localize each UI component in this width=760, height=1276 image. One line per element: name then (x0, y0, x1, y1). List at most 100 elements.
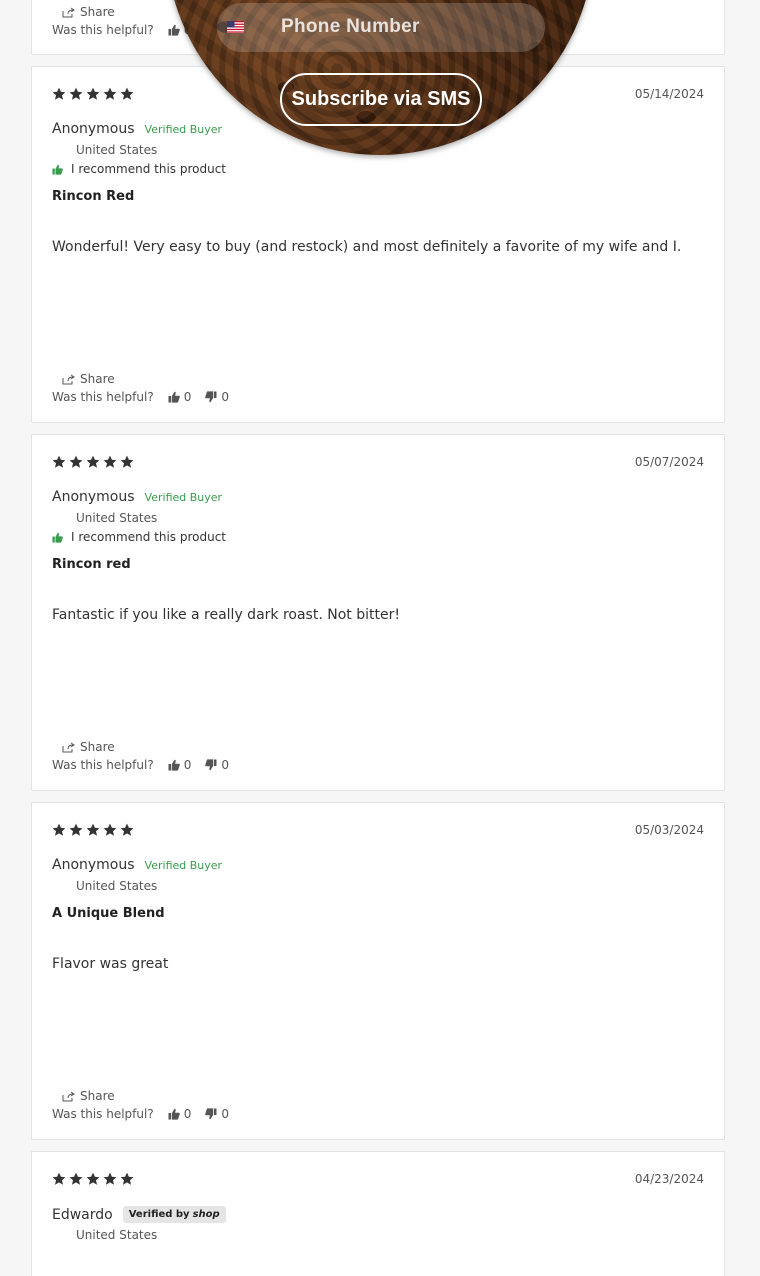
star-icon (69, 87, 83, 100)
subscribe-sms-button[interactable]: Subscribe via SMS (280, 73, 482, 126)
location-label: United States (76, 1228, 158, 1242)
star-icon (52, 823, 66, 836)
star-icon (120, 455, 134, 468)
share-icon (62, 374, 75, 384)
author-name: Anonymous (52, 857, 135, 873)
upvote-count: 0 (183, 758, 192, 772)
upvote-count: 0 (183, 390, 192, 404)
star-icon (52, 455, 66, 468)
downvote-button[interactable]: 0 (205, 390, 229, 404)
downvote-count: 0 (221, 1107, 229, 1121)
phone-number-input[interactable]: Phone Number (217, 3, 545, 52)
star-icon (69, 1172, 83, 1185)
recommend-row: I recommend this product (52, 162, 226, 176)
helpful-label: Was this helpful? (52, 1107, 154, 1121)
shop-brand: shop (192, 1209, 220, 1220)
location: United States (52, 143, 157, 157)
helpful-label: Was this helpful? (52, 758, 154, 772)
star-icon (69, 455, 83, 468)
downvote-count: 0 (221, 758, 229, 772)
location-label: United States (76, 879, 158, 893)
location: United States (52, 879, 157, 893)
share-label: Share (80, 372, 115, 386)
helpful-row: Was this helpful? 0 0 (52, 1107, 229, 1121)
helpful-row: Was this helpful? 0 0 (52, 390, 229, 404)
upvote-button[interactable]: 0 (168, 390, 192, 404)
share-button[interactable]: Share (62, 1089, 115, 1103)
location-label: United States (76, 511, 158, 525)
review-body: Flavor was great (52, 956, 169, 972)
phone-placeholder: Phone Number (281, 16, 420, 37)
review-title: Rincon red (52, 557, 131, 572)
star-icon (86, 87, 100, 100)
star-icon (52, 1172, 66, 1185)
thumbs-down-icon (205, 391, 217, 403)
upvote-count: 0 (183, 1107, 192, 1121)
star-rating (52, 455, 134, 469)
star-icon (86, 1172, 100, 1185)
helpful-label: Was this helpful? (52, 390, 154, 404)
location: United States (52, 511, 157, 525)
share-button[interactable]: Share (62, 740, 115, 754)
star-icon (103, 823, 117, 836)
review-title: Rincon Red (52, 189, 135, 204)
review-body: Fantastic if you like a really dark roas… (52, 607, 400, 623)
review-card: 05/07/2024 Anonymous Verified Buyer Unit… (31, 434, 725, 791)
verified-badge: Verified Buyer (144, 491, 223, 504)
review-date: 05/07/2024 (634, 455, 704, 469)
author-row: Edwardo Verified by shop (52, 1206, 226, 1223)
recommend-label: I recommend this product (71, 530, 227, 544)
review-date: 04/23/2024 (634, 1172, 704, 1186)
us-flag-icon[interactable] (227, 21, 244, 33)
share-icon (62, 1091, 75, 1101)
star-icon (120, 87, 134, 100)
thumbs-up-icon (168, 759, 180, 771)
downvote-button[interactable]: 0 (205, 758, 229, 772)
star-icon (120, 823, 134, 836)
star-icon (69, 823, 83, 836)
author-row: Anonymous Verified Buyer (52, 857, 222, 873)
star-rating (52, 1172, 134, 1186)
thumbs-down-icon (205, 759, 217, 771)
author-name: Anonymous (52, 489, 135, 505)
star-icon (103, 87, 117, 100)
us-flag-icon (52, 880, 70, 892)
verified-by-shop-badge: Verified by shop (122, 1206, 226, 1223)
recommend-row: I recommend this product (52, 530, 226, 544)
review-body: Wonderful! Very easy to buy (and restock… (52, 239, 682, 255)
verified-badge: Verified Buyer (144, 859, 223, 872)
review-title: A Unique Blend (52, 906, 165, 921)
author-row: Anonymous Verified Buyer (52, 489, 222, 505)
downvote-count: 0 (221, 390, 229, 404)
thumbs-down-icon (205, 1108, 217, 1120)
star-icon (103, 455, 117, 468)
thumbs-up-icon (52, 164, 63, 175)
author-name: Edwardo (52, 1206, 113, 1223)
star-icon (86, 823, 100, 836)
share-icon (62, 7, 75, 17)
share-button[interactable]: Share (62, 5, 115, 19)
upvote-button[interactable]: 0 (168, 1107, 192, 1121)
review-card: 05/03/2024 Anonymous Verified Buyer Unit… (31, 802, 725, 1140)
helpful-row: Was this helpful? 0 0 (52, 758, 229, 772)
review-card: 04/23/2024 Edwardo Verified by shop Unit… (31, 1151, 725, 1276)
author-name: Anonymous (52, 121, 135, 137)
badge-prefix: Verified by (128, 1209, 190, 1220)
share-button[interactable]: Share (62, 372, 115, 386)
location-label: United States (76, 143, 158, 157)
us-flag-icon (52, 1229, 70, 1241)
upvote-button[interactable]: 0 (168, 758, 192, 772)
share-label: Share (80, 5, 115, 19)
us-flag-icon (52, 144, 70, 156)
star-icon (103, 1172, 117, 1185)
reviews-page: Share Was this helpful? 0 05/14/2024 (0, 0, 760, 1276)
star-rating (52, 87, 134, 101)
thumbs-up-icon (168, 1108, 180, 1120)
star-rating (52, 823, 134, 837)
star-icon (86, 455, 100, 468)
location: United States (52, 1228, 157, 1242)
downvote-button[interactable]: 0 (205, 1107, 229, 1121)
review-date: 05/03/2024 (634, 823, 704, 837)
thumbs-up-icon (52, 532, 63, 543)
star-icon (120, 1172, 134, 1185)
